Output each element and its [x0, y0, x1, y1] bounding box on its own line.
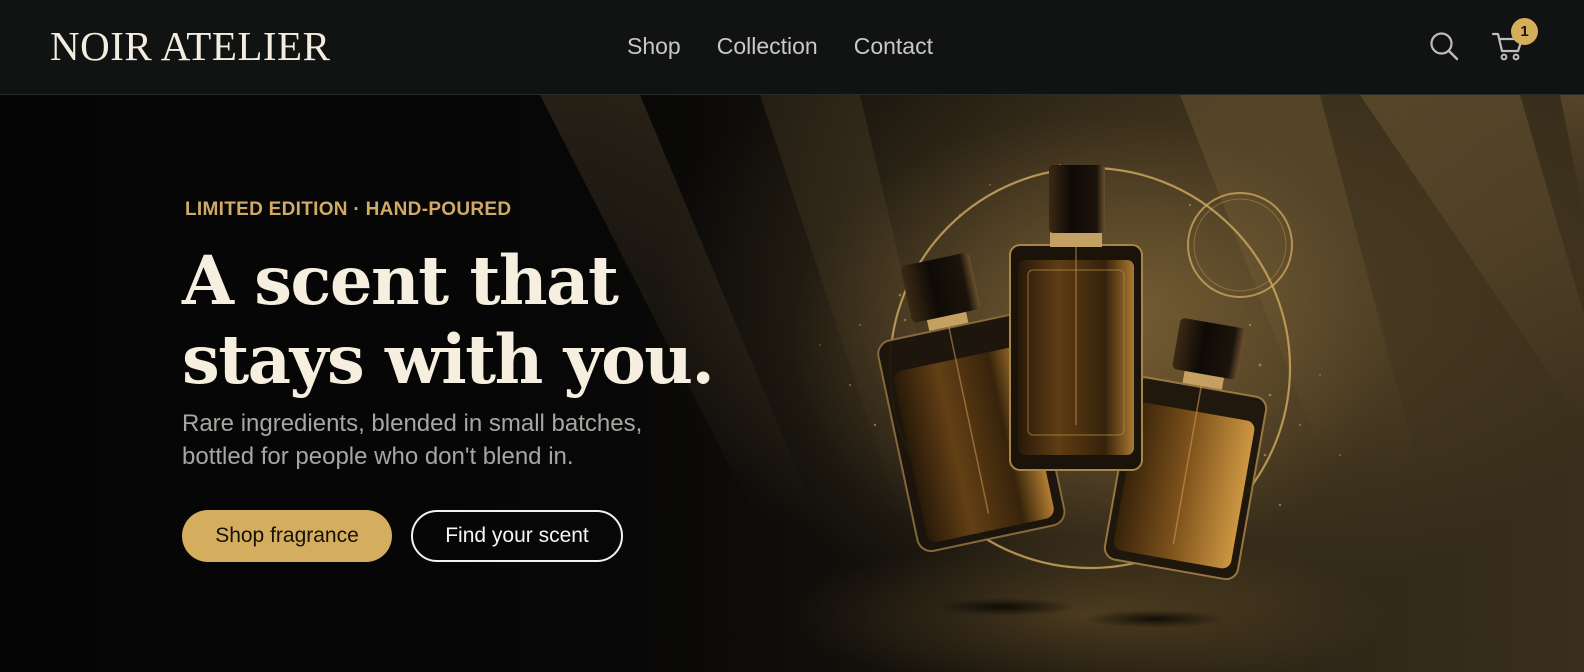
- headline-line-2: stays with you.: [182, 320, 715, 399]
- brand-logo[interactable]: NOIR ATELIER: [50, 22, 330, 70]
- shop-fragrance-button[interactable]: Shop fragrance: [182, 510, 392, 562]
- nav-link-contact[interactable]: Contact: [854, 30, 933, 62]
- hero-eyebrow: LIMITED EDITION · HAND-POURED: [185, 199, 512, 220]
- page: NOIR ATELIER Shop Collection Contact 1 L…: [0, 0, 1584, 672]
- nav-link-collection[interactable]: Collection: [717, 30, 818, 62]
- find-your-scent-button[interactable]: Find your scent: [411, 510, 623, 562]
- headline-line-1: A scent that: [182, 241, 619, 320]
- hero-headline: A scent that stays with you.: [182, 241, 742, 399]
- search-button[interactable]: [1424, 26, 1464, 66]
- perfume-bottles-image: [790, 115, 1390, 628]
- hero-section: LIMITED EDITION · HAND-POURED A scent th…: [0, 95, 1584, 672]
- hero-subcopy: Rare ingredients, blended in small batch…: [182, 407, 702, 473]
- main-nav: Shop Collection Contact: [627, 30, 933, 62]
- subcopy-line-2: bottled for people who don't blend in.: [182, 443, 574, 470]
- subcopy-line-1: Rare ingredients, blended in small batch…: [182, 410, 643, 437]
- site-header: NOIR ATELIER Shop Collection Contact 1: [0, 0, 1584, 95]
- cart-count-badge: 1: [1511, 18, 1538, 45]
- search-icon: [1430, 32, 1459, 61]
- nav-link-shop[interactable]: Shop: [627, 30, 681, 62]
